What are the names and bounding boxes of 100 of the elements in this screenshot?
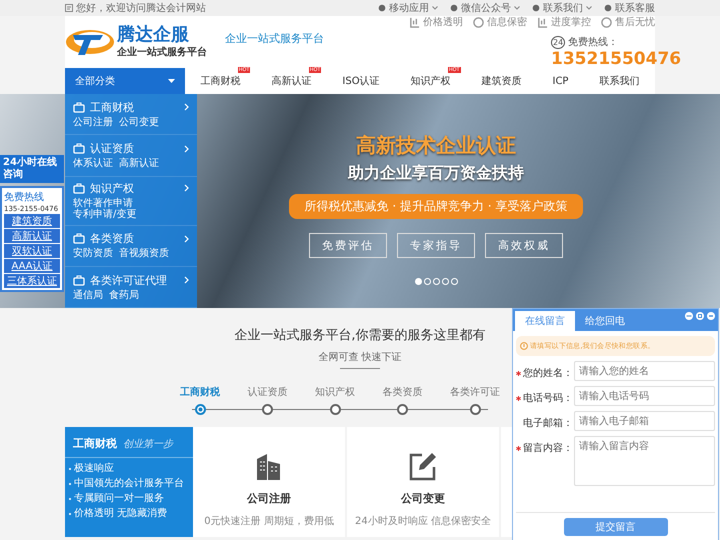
timeline-tab[interactable]: 认证资质: [248, 385, 288, 399]
hero-title: 高新技术企业认证: [356, 132, 516, 159]
clock-badge: 24: [551, 36, 566, 48]
slide-dot[interactable]: [414, 278, 422, 285]
nav-link[interactable]: 建筑资质: [482, 76, 522, 87]
menu-link[interactable]: 公司注册: [73, 116, 113, 128]
chevron-icon: [184, 103, 189, 112]
square-icon[interactable]: [696, 312, 704, 320]
menu-link[interactable]: 公司变更: [119, 116, 159, 128]
logo[interactable]: 腾达企服 企业一站式服务平台: [65, 25, 207, 59]
menu-link[interactable]: 食药局: [109, 290, 139, 302]
logo-name: 腾达企服: [117, 25, 190, 45]
hero-button[interactable]: 高效权威: [485, 233, 563, 258]
hero-subtitle: 助力企业享百万资金扶持: [348, 163, 524, 184]
field-label: 电话号码：: [523, 392, 573, 405]
hero-button[interactable]: 免费评估: [309, 233, 387, 258]
menu-link[interactable]: 安防资质: [73, 248, 113, 260]
category-icon: [73, 274, 85, 286]
nav-link[interactable]: 高新认证: [271, 76, 312, 87]
nav-link[interactable]: ISO认证: [342, 76, 380, 87]
input-field[interactable]: 请输入电话号码: [574, 386, 715, 406]
feature-label: 售后无忧: [615, 16, 655, 29]
greeting-text: 您好，欢迎访问腾达会计网站: [76, 2, 206, 15]
consult-link[interactable]: 三体系认证: [4, 274, 60, 288]
service-card[interactable]: 公司变更 24小时及时响应 信息保密安全: [347, 427, 499, 537]
input-field[interactable]: 请输入电子邮箱: [574, 411, 715, 431]
message-field[interactable]: 请输入留言内容: [574, 436, 715, 486]
panel-title: 工商财税: [73, 436, 117, 451]
panel-motto: 创业第一步: [123, 438, 173, 451]
timeline-dot: [262, 404, 273, 415]
chevron-icon: [184, 184, 189, 192]
timeline-tab[interactable]: 知识产权: [315, 385, 355, 399]
hero-tagline-bar: 所得税优惠减免 · 提升品牌竞争力 · 享受落户政策: [288, 194, 584, 219]
panel-point: 价格透明 无隐藏消费: [74, 507, 168, 520]
timeline-tab[interactable]: 各类资质: [382, 385, 422, 399]
chevron-icon: [184, 144, 189, 153]
menu-title[interactable]: 知识产权: [90, 180, 179, 196]
submit-button[interactable]: 提交留言: [564, 518, 668, 536]
consult-link[interactable]: 高新认证: [4, 229, 60, 243]
menu-link[interactable]: 体系认证: [73, 158, 113, 170]
service-card[interactable]: 公司注册 0元快速注册 周期短，费用低: [193, 427, 345, 537]
minimize-icon[interactable]: [707, 312, 715, 320]
timeline-dot: [470, 404, 480, 415]
consult-link[interactable]: AAA认证: [4, 259, 60, 273]
menu-link[interactable]: 通信局: [73, 290, 103, 302]
consult-link[interactable]: 双软认证: [4, 244, 60, 258]
timeline-dot: [194, 404, 206, 415]
top-link[interactable]: 联系我们: [532, 1, 592, 15]
card-description: 24小时及时响应 信息保密安全: [355, 514, 491, 528]
chevron-icon: [184, 276, 189, 284]
card-title: 公司变更: [401, 491, 445, 506]
menu-title[interactable]: 各类资质: [90, 231, 179, 246]
input-field[interactable]: 请输入您的姓名: [574, 361, 715, 381]
nav-link[interactable]: 知识产权: [410, 76, 451, 87]
timeline-tab[interactable]: 各类许可证: [450, 385, 500, 399]
slide-dot[interactable]: [432, 278, 440, 285]
menu-link[interactable]: 专利申请/变更: [73, 209, 136, 220]
menu-link[interactable]: 高新认证: [119, 158, 159, 170]
feature-label: 价格透明: [423, 16, 463, 29]
menu-title[interactable]: 各类许可证代理: [90, 272, 179, 288]
menu-title[interactable]: 工商财税: [90, 100, 179, 115]
top-link[interactable]: 微信公众号: [450, 1, 520, 15]
menu-link[interactable]: 音视频资质: [119, 248, 169, 260]
field-label: 电子邮箱：: [523, 416, 573, 430]
timeline-tab[interactable]: 工商财税: [180, 385, 220, 399]
edit-icon: [408, 451, 438, 481]
feature-icon: [537, 16, 548, 28]
top-link[interactable]: 联系客服: [604, 1, 655, 15]
slide-dot[interactable]: [450, 278, 458, 285]
feature-icon: [409, 16, 420, 28]
all-categories-button[interactable]: 全部分类: [65, 68, 185, 94]
nav-link[interactable]: 工商财税: [200, 76, 240, 87]
top-link[interactable]: 移动应用: [378, 1, 438, 15]
category-icon: [73, 182, 85, 194]
slogan: 企业一站式服务平台: [225, 30, 324, 46]
form-tab[interactable]: 给您回电: [575, 311, 635, 331]
feature-label: 信息保密: [487, 16, 527, 29]
panel-point: 中国领先的会计服务平台: [74, 477, 184, 490]
nav-link[interactable]: ICP: [552, 76, 568, 86]
hotline-label: 免费热线：: [568, 36, 618, 49]
slide-dot[interactable]: [424, 278, 430, 285]
card-title: 公司注册: [247, 491, 291, 506]
menu-title[interactable]: 认证资质: [90, 141, 179, 156]
form-tab[interactable]: 在线留言: [515, 311, 575, 331]
menu-link[interactable]: 软件著作申请: [73, 198, 133, 209]
hero-button[interactable]: 专家指导: [397, 233, 475, 258]
consult-header[interactable]: 24小时在线咨询: [0, 155, 64, 183]
logo-tagline: 企业一站式服务平台: [117, 46, 207, 59]
section-subtitle: 全网可查 快速下证: [318, 350, 402, 364]
category-icon: [73, 143, 85, 154]
feature-icon: [473, 16, 484, 28]
panel-point: 专属顾问一对一服务: [74, 492, 164, 505]
hotline-label: 免费热线: [4, 190, 45, 204]
category-icon: [73, 233, 85, 244]
feature-icon: [601, 16, 612, 28]
consult-link[interactable]: 建筑资质: [4, 214, 60, 228]
slide-dot[interactable]: [442, 278, 448, 285]
caret-icon: [586, 6, 592, 10]
caret-icon: [432, 6, 438, 10]
nav-link[interactable]: 联系我们: [599, 76, 640, 87]
